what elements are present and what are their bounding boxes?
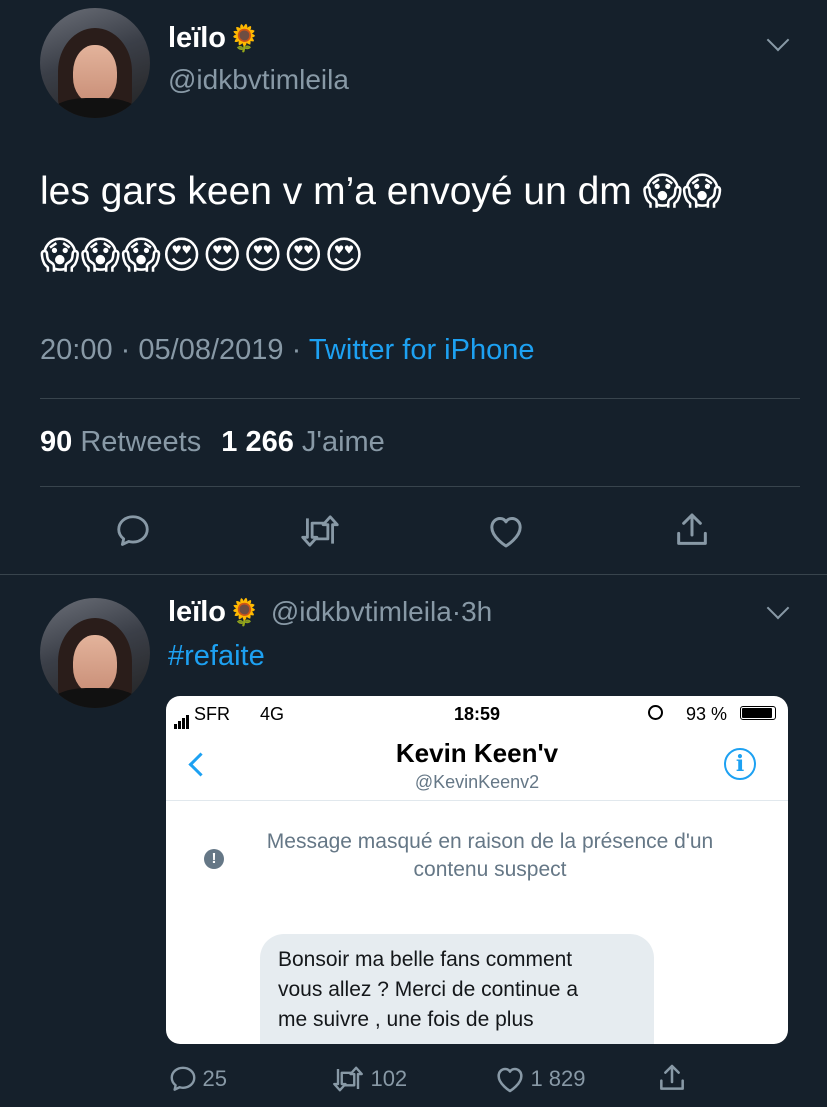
message-text-line: Bonsoir ma belle fans comment (278, 948, 573, 971)
heart-icon (490, 517, 522, 548)
retweet-button[interactable] (298, 512, 342, 550)
rotation-lock-icon (648, 705, 663, 720)
reply-author-row: leïlo🌻 @idkbvtimleila·3h (168, 596, 492, 629)
conversation-title: Kevin Keen'v (395, 738, 559, 768)
tweet-source-link[interactable]: Twitter for iPhone (309, 334, 535, 366)
conversation-handle: @KevinKeenv2 (414, 772, 540, 792)
reply-count: 25 (202, 1066, 227, 1091)
share-icon (677, 513, 707, 545)
divider (0, 574, 827, 575)
hidden-message-notice[interactable]: Message masqué en raison de la présence … (230, 828, 750, 884)
retweet-count: 102 (370, 1066, 408, 1091)
battery-icon (740, 706, 776, 720)
meta-separator: · (291, 334, 302, 366)
likes-label: J'aime (301, 426, 385, 458)
retweets-count: 90 (40, 426, 73, 458)
time-ago[interactable]: 3h (461, 596, 492, 627)
sunflower-emoji: 🌻 (228, 24, 261, 54)
like-count: 1 829 (530, 1066, 586, 1091)
reply-button[interactable] (114, 512, 152, 550)
share-icon (660, 1064, 684, 1090)
reply-icon (170, 1066, 196, 1091)
tweet-text-line1: les gars keen v m’a envoyé un dm (40, 170, 632, 213)
attached-image[interactable]: SFR 4G 18:59 93 % Kevin Keen'v @KevinKee… (166, 696, 788, 1044)
share-button[interactable] (672, 510, 712, 550)
reply-action-retweet[interactable]: 102 (330, 1064, 407, 1094)
scream-emoji: 😱😱 (642, 169, 722, 213)
likes-count: 1 266 (221, 426, 294, 458)
tweet-stats: 90 Retweets 1 266 J'aime (40, 426, 385, 459)
meta-separator: · (120, 334, 131, 366)
message-text-line: me suivre , une fois de plus (278, 1008, 534, 1031)
status-bar: SFR 4G 18:59 93 % (174, 702, 780, 729)
retweet-icon (301, 515, 339, 547)
tweet-date: 05/08/2019 (138, 334, 284, 366)
network-type: 4G (260, 704, 285, 724)
header-divider (166, 800, 788, 801)
warning-icon: ! (204, 849, 224, 869)
hashtag-link[interactable]: #refaite (168, 640, 265, 673)
chevron-down-icon[interactable] (766, 596, 790, 620)
tweet-time: 20:00 (40, 334, 113, 366)
tweet-text: les gars keen v m’a envoyé un dm 😱😱 (40, 172, 722, 211)
tweet-meta: 20:00 · 05/08/2019 · Twitter for iPhone (40, 334, 534, 367)
message-text-line: vous allez ? Merci de continue a (278, 978, 578, 1001)
meta-separator: · (451, 596, 462, 627)
avatar[interactable] (40, 598, 150, 708)
info-icon[interactable]: i (724, 748, 756, 780)
message-bubble[interactable]: Bonsoir ma belle fans comment vous allez… (260, 934, 654, 1044)
status-clock: 18:59 (454, 704, 501, 724)
avatar[interactable] (40, 8, 150, 118)
retweets-stat[interactable]: 90 Retweets (40, 426, 201, 458)
retweet-icon (333, 1066, 363, 1092)
author-handle[interactable]: @idkbvtimleila (168, 64, 349, 96)
divider (40, 398, 800, 399)
display-name[interactable]: leïlo (168, 22, 226, 54)
likes-stat[interactable]: 1 266 J'aime (221, 426, 385, 458)
display-name[interactable]: leïlo (168, 596, 226, 628)
author-handle[interactable]: @idkbvtimleila (271, 596, 452, 627)
carrier: SFR (194, 704, 230, 724)
reply-icon (117, 515, 149, 546)
sunflower-emoji: 🌻 (228, 598, 261, 628)
chevron-down-icon[interactable] (766, 28, 790, 52)
divider (40, 486, 800, 487)
author-name-row[interactable]: leïlo🌻 (168, 22, 260, 55)
reply-action-like[interactable]: 1 829 (494, 1064, 586, 1094)
reply-action-share[interactable] (656, 1062, 688, 1099)
heart-icon (497, 1067, 523, 1093)
signal-icon (174, 708, 189, 729)
tweet-emoji-line: 😱😱😱😍😍😍😍😍 (40, 236, 365, 275)
like-button[interactable] (486, 512, 526, 550)
retweets-label: Retweets (80, 426, 202, 458)
battery-percent: 93 % (686, 704, 728, 724)
reply-action-reply[interactable]: 25 (168, 1064, 227, 1094)
emoji-row: 😱😱😱😍😍😍😍😍 (40, 233, 365, 277)
